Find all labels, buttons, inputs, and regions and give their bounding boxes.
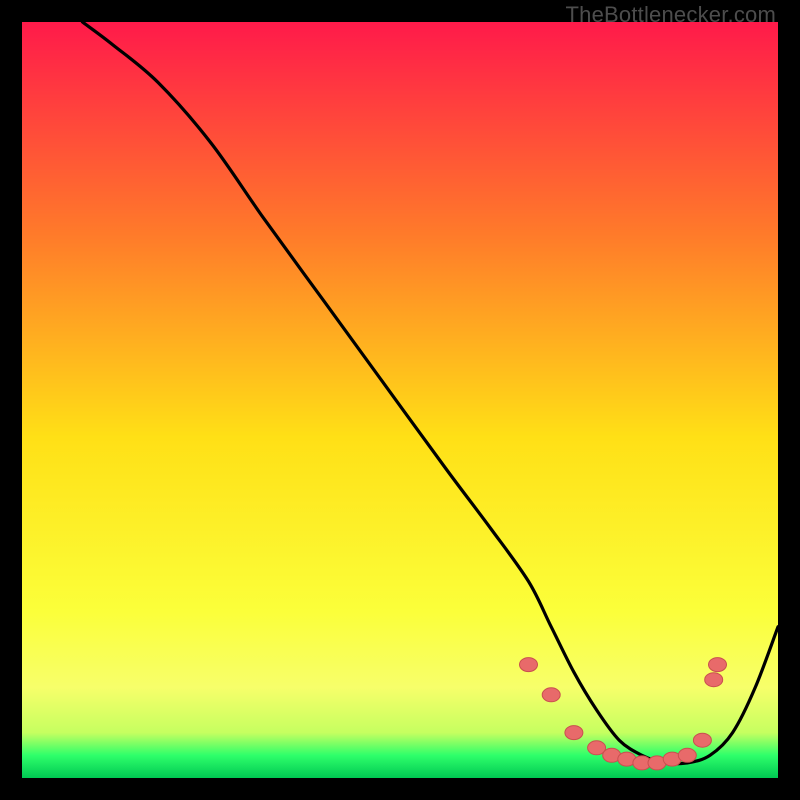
data-dot: [693, 733, 711, 747]
chart-frame: [22, 22, 778, 778]
data-dot: [678, 748, 696, 762]
chart-svg: [22, 22, 778, 778]
data-dot: [565, 726, 583, 740]
gradient-background: [22, 22, 778, 778]
data-dot: [705, 673, 723, 687]
data-dot: [542, 688, 560, 702]
data-dot: [709, 658, 727, 672]
data-dot: [520, 658, 538, 672]
